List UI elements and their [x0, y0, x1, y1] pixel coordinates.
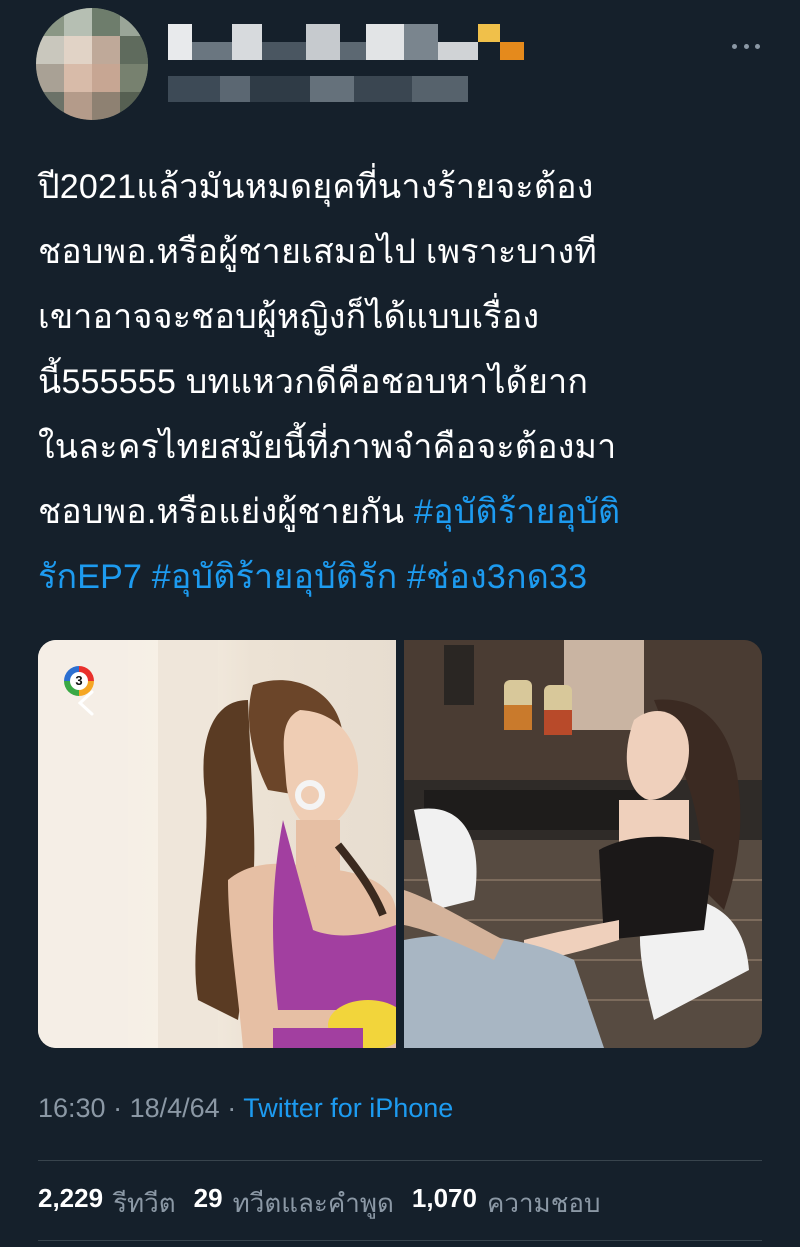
tweet-stats: 2,229 รีทวีต 29 ทวีตและคำพูด 1,070 ความช… — [38, 1183, 600, 1224]
retweets-count: 2,229 — [38, 1183, 104, 1213]
meta-separator: · — [227, 1093, 237, 1123]
hashtag-link[interactable]: #ช่อง3กด33 — [407, 558, 587, 596]
tweet-text-line: เขาอาจจะชอบผู้หญิงก็ได้แบบเรื่อง — [38, 298, 540, 336]
tweet-time[interactable]: 16:30 — [38, 1093, 106, 1123]
username-redacted[interactable] — [168, 76, 468, 102]
tweet-text-line: ปี2021แล้วมันหมดยุคที่นางร้ายจะต้อง — [38, 168, 594, 206]
likes-stat[interactable]: 1,070 ความชอบ — [412, 1183, 601, 1224]
meta-separator: · — [113, 1093, 123, 1123]
tweet: ปี2021แล้วมันหมดยุคที่นางร้ายจะต้อง ชอบพ… — [0, 0, 800, 1247]
tweet-source-link[interactable]: Twitter for iPhone — [243, 1093, 453, 1123]
photo-right[interactable] — [404, 640, 762, 1048]
chevron-left-icon — [77, 690, 94, 716]
divider — [38, 1160, 762, 1161]
photo-left[interactable]: 3 — [38, 640, 396, 1048]
quote-tweets-stat[interactable]: 29 ทวีตและคำพูด — [194, 1183, 394, 1224]
tweet-date[interactable]: 18/4/64 — [130, 1093, 220, 1123]
avatar[interactable] — [36, 8, 148, 120]
tweet-timestamp: 16:30 · 18/4/64 · Twitter for iPhone — [38, 1093, 453, 1124]
tweet-text: ปี2021แล้วมันหมดยุคที่นางร้ายจะต้อง ชอบพ… — [38, 155, 768, 610]
likes-count: 1,070 — [411, 1183, 477, 1213]
hashtag-link[interactable]: #อุบัติร้ายอุบัติรัก — [152, 558, 398, 596]
retweets-label: รีทวีต — [113, 1188, 176, 1218]
tweet-text-line: ชอบพอ.หรือผู้ชายเสมอไป เพราะบางที — [38, 233, 597, 271]
quotes-count: 29 — [193, 1183, 223, 1213]
likes-label: ความชอบ — [486, 1188, 601, 1218]
more-options-icon[interactable] — [732, 36, 760, 56]
divider — [38, 1240, 762, 1241]
tweet-text-line: ในละครไทยสมัยนี้ที่ภาพจำคือจะต้องมา — [38, 428, 617, 466]
tweet-text-fragment: ชอบพอ.หรือแย่งผู้ชายกัน — [38, 493, 414, 531]
display-name-redacted[interactable] — [168, 24, 538, 60]
tweet-text-line-hashtags: รักEP7 #อุบัติร้ายอุบัติรัก #ช่อง3กด33 — [38, 545, 768, 610]
quotes-label: ทวีตและคำพูด — [232, 1188, 394, 1218]
tweet-media: 3 — [38, 640, 762, 1048]
hashtag-link[interactable]: รักEP7 — [38, 558, 142, 596]
tweet-text-line: นี้555555 บทแหวกดีคือชอบหาได้ยาก — [38, 363, 589, 401]
tweet-text-line-with-hashtag: ชอบพอ.หรือแย่งผู้ชายกัน #อุบัติร้ายอุบัต… — [38, 480, 768, 545]
retweets-stat[interactable]: 2,229 รีทวีต — [38, 1183, 176, 1224]
hashtag-link[interactable]: #อุบัติร้ายอุบัติ — [414, 493, 620, 531]
